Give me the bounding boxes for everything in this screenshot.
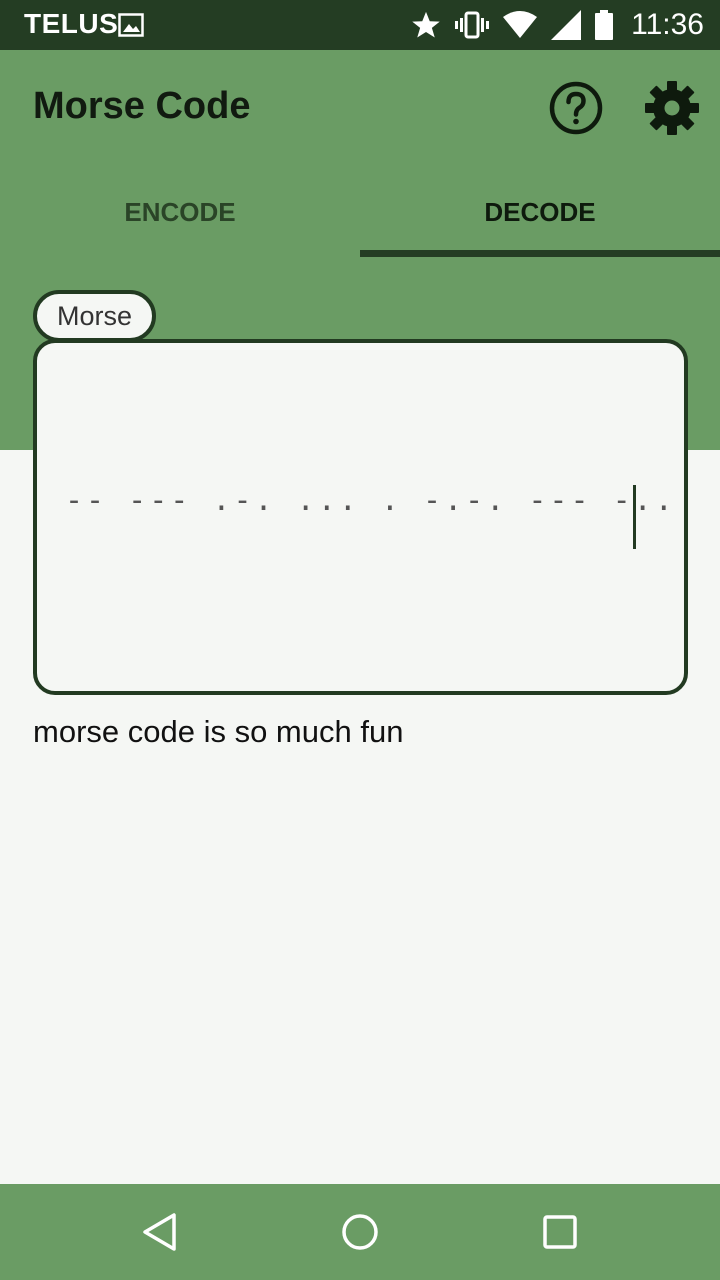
gear-icon [645,81,699,135]
recents-button[interactable] [540,1212,580,1257]
settings-button[interactable] [642,78,702,138]
signal-icon [551,10,582,40]
tab-encode[interactable]: ENCODE [0,190,360,258]
morse-input-text: -- --- .-. ... . -.-. --- -.. . .. ... .… [65,483,685,518]
clock: 11:36 [631,8,704,41]
help-button[interactable] [546,78,606,138]
back-button[interactable] [140,1212,180,1257]
morse-input-field[interactable]: -- --- .-. ... . -.-. --- -.. . .. ... .… [33,339,688,695]
home-icon [342,1214,378,1250]
tab-decode[interactable]: DECODE [360,190,720,258]
morse-input-label: Morse [33,290,157,342]
image-icon [118,13,144,42]
text-cursor [633,485,636,549]
help-circle-icon [549,81,603,135]
recents-icon [543,1215,577,1249]
wifi-icon [503,11,538,39]
status-bar: TELUS 11:36 [0,0,720,50]
tab-selected-indicator [360,250,720,257]
back-icon [143,1213,176,1251]
navigation-bar [0,1184,720,1280]
battery-icon [595,10,614,40]
carrier-name: TELUS [24,8,119,39]
status-icons: 11:36 [397,0,704,50]
home-button[interactable] [340,1212,380,1257]
vibrate-icon [455,10,490,40]
star-icon [411,10,441,40]
decoded-output: morse code is so much fun [33,714,404,749]
app-title: Morse Code [33,85,251,127]
